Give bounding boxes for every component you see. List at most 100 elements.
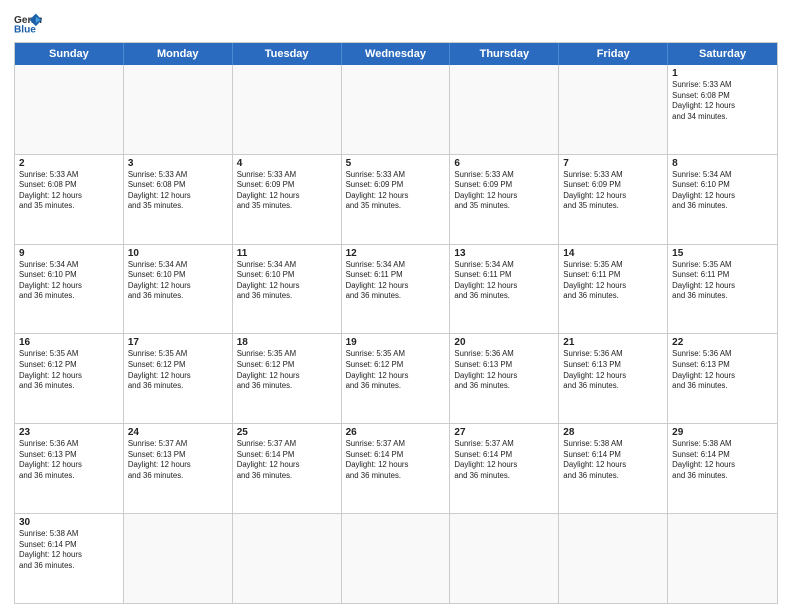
day-info-6: Sunrise: 5:33 AM Sunset: 6:09 PM Dayligh… (454, 170, 554, 212)
calendar-body: 1 Sunrise: 5:33 AM Sunset: 6:08 PM Daylig… (15, 65, 777, 603)
day-info-23: Sunrise: 5:36 AM Sunset: 6:13 PM Dayligh… (19, 439, 119, 481)
day-cell-empty-0-5 (559, 65, 668, 154)
day-number-13: 13 (454, 248, 554, 259)
day-cell-30: 30Sunrise: 5:38 AM Sunset: 6:14 PM Dayli… (15, 514, 124, 603)
day-number-7: 7 (563, 158, 663, 169)
day-info-14: Sunrise: 5:35 AM Sunset: 6:11 PM Dayligh… (563, 260, 663, 302)
day-info-8: Sunrise: 5:34 AM Sunset: 6:10 PM Dayligh… (672, 170, 773, 212)
day-cell-2: 2Sunrise: 5:33 AM Sunset: 6:08 PM Daylig… (15, 155, 124, 244)
svg-text:Blue: Blue (14, 24, 36, 34)
day-info-24: Sunrise: 5:37 AM Sunset: 6:13 PM Dayligh… (128, 439, 228, 481)
day-info-29: Sunrise: 5:38 AM Sunset: 6:14 PM Dayligh… (672, 439, 773, 481)
day-number-20: 20 (454, 337, 554, 348)
day-number-22: 22 (672, 337, 773, 348)
day-info-12: Sunrise: 5:34 AM Sunset: 6:11 PM Dayligh… (346, 260, 446, 302)
day-cell-1: 1Sunrise: 5:33 AM Sunset: 6:08 PM Daylig… (668, 65, 777, 154)
day-cell-12: 12Sunrise: 5:34 AM Sunset: 6:11 PM Dayli… (342, 245, 451, 334)
day-info-20: Sunrise: 5:36 AM Sunset: 6:13 PM Dayligh… (454, 349, 554, 391)
day-info-30: Sunrise: 5:38 AM Sunset: 6:14 PM Dayligh… (19, 529, 119, 571)
logo: General Blue (14, 12, 48, 34)
calendar: SundayMondayTuesdayWednesdayThursdayFrid… (14, 42, 778, 604)
day-header-wednesday: Wednesday (342, 43, 451, 65)
day-cell-empty-5-5 (559, 514, 668, 603)
day-headers-row: SundayMondayTuesdayWednesdayThursdayFrid… (15, 43, 777, 65)
day-cell-empty-5-6 (668, 514, 777, 603)
day-cell-14: 14Sunrise: 5:35 AM Sunset: 6:11 PM Dayli… (559, 245, 668, 334)
day-number-24: 24 (128, 427, 228, 438)
day-number-25: 25 (237, 427, 337, 438)
day-number-27: 27 (454, 427, 554, 438)
day-header-thursday: Thursday (450, 43, 559, 65)
logo-icon: General Blue (14, 12, 42, 34)
day-number-10: 10 (128, 248, 228, 259)
day-number-21: 21 (563, 337, 663, 348)
day-cell-26: 26Sunrise: 5:37 AM Sunset: 6:14 PM Dayli… (342, 424, 451, 513)
calendar-page: General Blue SundayMondayTuesdayWednesda… (0, 0, 792, 612)
day-cell-27: 27Sunrise: 5:37 AM Sunset: 6:14 PM Dayli… (450, 424, 559, 513)
day-info-22: Sunrise: 5:36 AM Sunset: 6:13 PM Dayligh… (672, 349, 773, 391)
day-info-28: Sunrise: 5:38 AM Sunset: 6:14 PM Dayligh… (563, 439, 663, 481)
day-cell-11: 11Sunrise: 5:34 AM Sunset: 6:10 PM Dayli… (233, 245, 342, 334)
day-number-14: 14 (563, 248, 663, 259)
day-info-27: Sunrise: 5:37 AM Sunset: 6:14 PM Dayligh… (454, 439, 554, 481)
day-number-1: 1 (672, 68, 773, 79)
day-number-15: 15 (672, 248, 773, 259)
day-number-16: 16 (19, 337, 119, 348)
day-info-7: Sunrise: 5:33 AM Sunset: 6:09 PM Dayligh… (563, 170, 663, 212)
day-info-2: Sunrise: 5:33 AM Sunset: 6:08 PM Dayligh… (19, 170, 119, 212)
day-header-monday: Monday (124, 43, 233, 65)
day-info-13: Sunrise: 5:34 AM Sunset: 6:11 PM Dayligh… (454, 260, 554, 302)
day-number-4: 4 (237, 158, 337, 169)
day-cell-13: 13Sunrise: 5:34 AM Sunset: 6:11 PM Dayli… (450, 245, 559, 334)
day-header-tuesday: Tuesday (233, 43, 342, 65)
day-header-sunday: Sunday (15, 43, 124, 65)
week-row-4: 16Sunrise: 5:35 AM Sunset: 6:12 PM Dayli… (15, 334, 777, 424)
day-cell-17: 17Sunrise: 5:35 AM Sunset: 6:12 PM Dayli… (124, 334, 233, 423)
day-cell-25: 25Sunrise: 5:37 AM Sunset: 6:14 PM Dayli… (233, 424, 342, 513)
day-cell-5: 5Sunrise: 5:33 AM Sunset: 6:09 PM Daylig… (342, 155, 451, 244)
day-info-15: Sunrise: 5:35 AM Sunset: 6:11 PM Dayligh… (672, 260, 773, 302)
day-cell-23: 23Sunrise: 5:36 AM Sunset: 6:13 PM Dayli… (15, 424, 124, 513)
day-cell-21: 21Sunrise: 5:36 AM Sunset: 6:13 PM Dayli… (559, 334, 668, 423)
day-info-16: Sunrise: 5:35 AM Sunset: 6:12 PM Dayligh… (19, 349, 119, 391)
day-cell-28: 28Sunrise: 5:38 AM Sunset: 6:14 PM Dayli… (559, 424, 668, 513)
day-info-11: Sunrise: 5:34 AM Sunset: 6:10 PM Dayligh… (237, 260, 337, 302)
day-info-5: Sunrise: 5:33 AM Sunset: 6:09 PM Dayligh… (346, 170, 446, 212)
day-number-11: 11 (237, 248, 337, 259)
day-cell-empty-5-4 (450, 514, 559, 603)
day-header-saturday: Saturday (668, 43, 777, 65)
day-cell-18: 18Sunrise: 5:35 AM Sunset: 6:12 PM Dayli… (233, 334, 342, 423)
day-number-5: 5 (346, 158, 446, 169)
day-cell-empty-5-2 (233, 514, 342, 603)
day-cell-19: 19Sunrise: 5:35 AM Sunset: 6:12 PM Dayli… (342, 334, 451, 423)
day-cell-20: 20Sunrise: 5:36 AM Sunset: 6:13 PM Dayli… (450, 334, 559, 423)
day-info-25: Sunrise: 5:37 AM Sunset: 6:14 PM Dayligh… (237, 439, 337, 481)
day-number-6: 6 (454, 158, 554, 169)
day-number-29: 29 (672, 427, 773, 438)
day-number-26: 26 (346, 427, 446, 438)
day-number-9: 9 (19, 248, 119, 259)
day-cell-empty-0-4 (450, 65, 559, 154)
week-row-1: 1Sunrise: 5:33 AM Sunset: 6:08 PM Daylig… (15, 65, 777, 155)
day-info-26: Sunrise: 5:37 AM Sunset: 6:14 PM Dayligh… (346, 439, 446, 481)
day-info-21: Sunrise: 5:36 AM Sunset: 6:13 PM Dayligh… (563, 349, 663, 391)
week-row-2: 2Sunrise: 5:33 AM Sunset: 6:08 PM Daylig… (15, 155, 777, 245)
day-cell-empty-0-3 (342, 65, 451, 154)
week-row-5: 23Sunrise: 5:36 AM Sunset: 6:13 PM Dayli… (15, 424, 777, 514)
day-cell-3: 3Sunrise: 5:33 AM Sunset: 6:08 PM Daylig… (124, 155, 233, 244)
week-row-6: 30Sunrise: 5:38 AM Sunset: 6:14 PM Dayli… (15, 514, 777, 603)
day-cell-10: 10Sunrise: 5:34 AM Sunset: 6:10 PM Dayli… (124, 245, 233, 334)
day-cell-4: 4Sunrise: 5:33 AM Sunset: 6:09 PM Daylig… (233, 155, 342, 244)
day-info-9: Sunrise: 5:34 AM Sunset: 6:10 PM Dayligh… (19, 260, 119, 302)
day-number-23: 23 (19, 427, 119, 438)
day-info-10: Sunrise: 5:34 AM Sunset: 6:10 PM Dayligh… (128, 260, 228, 302)
day-info-4: Sunrise: 5:33 AM Sunset: 6:09 PM Dayligh… (237, 170, 337, 212)
day-number-2: 2 (19, 158, 119, 169)
day-info-17: Sunrise: 5:35 AM Sunset: 6:12 PM Dayligh… (128, 349, 228, 391)
day-cell-empty-0-2 (233, 65, 342, 154)
day-number-3: 3 (128, 158, 228, 169)
day-number-30: 30 (19, 517, 119, 528)
day-cell-8: 8Sunrise: 5:34 AM Sunset: 6:10 PM Daylig… (668, 155, 777, 244)
day-info-18: Sunrise: 5:35 AM Sunset: 6:12 PM Dayligh… (237, 349, 337, 391)
day-number-17: 17 (128, 337, 228, 348)
